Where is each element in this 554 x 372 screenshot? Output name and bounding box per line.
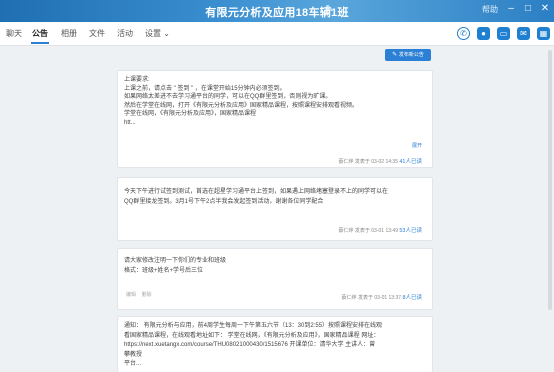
announcement-meta: 蔡仁烨 发表于 03-01 13:37 8人已读	[342, 293, 422, 301]
read-count[interactable]: 8人已读	[402, 295, 422, 301]
announcement-card[interactable]: 请大家修改注明一下你们的专业和班级 格式：班级+姓名+学号后三位 编辑 删除 蔡…	[117, 248, 433, 310]
window-title: 有限元分析及应用18车辆1班	[205, 7, 349, 19]
announcement-meta: 蔡仁烨 发表于 03-02 14:35 41人已读	[338, 157, 422, 165]
announcement-line: 上课之前，请点击 " 签到 " ，在课堂开始15分钟内必须签到。	[124, 85, 286, 92]
help-link[interactable]: 帮助	[482, 4, 498, 15]
minimize-icon[interactable]: –	[505, 3, 517, 14]
announcement-card[interactable]: 今天下午进行试签到测试，首选在超星学习通平台上签到，如果遇上网络堵塞登录不上的同…	[117, 177, 433, 241]
tab-bar: 聊天 公告 相册 文件 活动 设置 ⌄ ✆ ● ▭ ✉ ▦	[0, 22, 554, 46]
phone-icon[interactable]: ✆	[457, 27, 470, 40]
chat-bubble-icon[interactable]: ●	[477, 27, 490, 40]
announcement-line: 攀教授	[124, 351, 143, 358]
edit-icon[interactable]: ✎	[325, 4, 333, 15]
maximize-icon[interactable]: □	[522, 3, 534, 14]
announcement-line: 格式：班级+姓名+学号后三位	[124, 268, 204, 274]
announcement-line: 今天下午进行试签到测试，首选在超星学习通平台上签到，如果遇上网络堵塞登录不上的同…	[124, 189, 389, 195]
post-announcement-button[interactable]: ✎ 发布新公告	[385, 49, 431, 61]
author-name: 蔡仁烨	[338, 159, 354, 165]
post-time: 发表于 03-02 14:35	[354, 159, 398, 165]
announcement-line: 看国家精品课程，在线观看地址如下： 学堂在线网，《有限元分析及应用》，国家精品课…	[124, 332, 380, 339]
announcement-card[interactable]: 通知： 有限元分析与应用，前4周学生每周一下午第五六节（13：30到2:55）按…	[117, 316, 433, 372]
announcement-line: QQ群里接龙签到。3月1号下午2点半我会发起签到活动，谢谢各位同学配合	[124, 199, 324, 205]
announcement-line: 通知： 有限元分析与应用，前4周学生每周一下午第五六节（13：30到2:55）按…	[124, 323, 383, 329]
announcement-line: 学堂在线网，《有限元分析及应用》，国家精品课程	[124, 111, 257, 118]
message-icon[interactable]: ✉	[517, 27, 530, 40]
announcement-line: htt...	[124, 119, 136, 126]
tab-files[interactable]: 文件	[89, 28, 105, 39]
announcement-line: 平台...	[124, 361, 142, 367]
announcement-line: 如果网络太差进不去学习通平台的同学，可以在QQ群里签到，否则视为旷课。	[124, 94, 332, 101]
apps-grid-icon[interactable]: ▦	[537, 27, 550, 40]
scrollbar[interactable]	[548, 50, 552, 310]
author-name: 蔡仁烨	[341, 295, 357, 301]
close-icon[interactable]: ✕	[539, 3, 551, 14]
tab-announcements[interactable]: 公告	[32, 28, 48, 39]
author-name: 蔡仁烨	[338, 228, 354, 234]
window-titlebar: 有限元分析及应用18车辆1班 ✎ 帮助 – □ ✕	[0, 0, 554, 22]
tab-activities[interactable]: 活动	[117, 28, 133, 39]
announcement-body: 今天下午进行试签到测试，首选在超星学习通平台上签到，如果遇上网络堵塞登录不上的同…	[124, 187, 424, 207]
active-tab-indicator	[31, 42, 49, 44]
announcement-line: 然后在学堂在线网，打开《有限元分析及应用》国家精品课程，按照课程安排观看视频。	[124, 102, 359, 109]
announcement-body: 请大家修改注明一下你们的专业和班级 格式：班级+姓名+学号后三位	[124, 256, 424, 276]
read-count[interactable]: 41人已读	[399, 159, 422, 165]
edit-icon: ✎	[392, 52, 399, 58]
delete-button[interactable]: 删除	[142, 292, 152, 298]
tab-album[interactable]: 相册	[61, 28, 77, 39]
announcement-line: 上课要求:	[124, 77, 150, 83]
post-time: 发表于 03-01 13:49	[354, 228, 398, 234]
announcement-line: https://next.xuetangx.com/course/THU0802…	[124, 342, 376, 348]
expand-link[interactable]: 展开	[412, 142, 422, 149]
tab-chat[interactable]: 聊天	[6, 28, 22, 39]
read-count[interactable]: 53人已读	[399, 228, 422, 234]
announcement-body: 通知： 有限元分析与应用，前4周学生每周一下午第五六节（13：30到2:55）按…	[124, 322, 424, 370]
announcement-meta: 蔡仁烨 发表于 03-01 13:49 53人已读	[338, 226, 422, 234]
edit-button[interactable]: 编辑	[126, 292, 136, 298]
announcement-line: 请大家修改注明一下你们的专业和班级	[124, 258, 227, 264]
screen-share-icon[interactable]: ▭	[497, 27, 510, 40]
card-actions: 编辑 删除	[126, 291, 152, 298]
announcement-body: 上课要求: 上课之前，请点击 " 签到 " ，在课堂开始15分钟内必须签到。 如…	[124, 76, 424, 128]
post-time: 发表于 03-01 13:37	[357, 295, 402, 301]
announcement-card[interactable]: 上课要求: 上课之前，请点击 " 签到 " ，在课堂开始15分钟内必须签到。 如…	[117, 70, 433, 168]
tab-settings[interactable]: 设置 ⌄	[145, 28, 170, 39]
